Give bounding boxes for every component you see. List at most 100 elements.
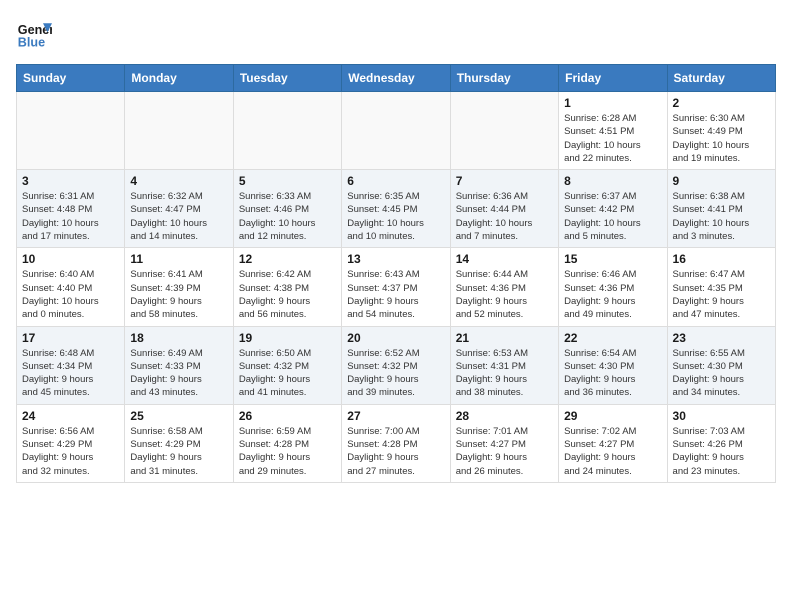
day-number: 10 (22, 252, 119, 266)
day-number: 26 (239, 409, 336, 423)
calendar-cell (342, 92, 450, 170)
day-header-wednesday: Wednesday (342, 65, 450, 92)
day-number: 30 (673, 409, 770, 423)
calendar-cell: 5 Sunrise: 6:33 AMSunset: 4:46 PMDaylight… (233, 170, 341, 248)
calendar-header-row: SundayMondayTuesdayWednesdayThursdayFrid… (17, 65, 776, 92)
day-info: Sunrise: 6:41 AMSunset: 4:39 PMDaylight:… (130, 268, 227, 321)
day-info: Sunrise: 7:01 AMSunset: 4:27 PMDaylight:… (456, 425, 553, 478)
day-number: 21 (456, 331, 553, 345)
day-header-thursday: Thursday (450, 65, 558, 92)
calendar-cell (233, 92, 341, 170)
day-info: Sunrise: 7:03 AMSunset: 4:26 PMDaylight:… (673, 425, 770, 478)
calendar-cell: 28Sunrise: 7:01 AMSunset: 4:27 PMDayligh… (450, 404, 558, 482)
day-info: Sunrise: 6:30 AMSunset: 4:49 PMDaylight:… (673, 112, 770, 165)
calendar-cell: 30 Sunrise: 7:03 AMSunset: 4:26 PMDayligh… (667, 404, 775, 482)
calendar-cell: 2 Sunrise: 6:30 AMSunset: 4:49 PMDaylight… (667, 92, 775, 170)
day-number: 20 (347, 331, 444, 345)
calendar-cell: 13 Sunrise: 6:43 AMSunset: 4:37 PMDayligh… (342, 248, 450, 326)
day-header-friday: Friday (559, 65, 667, 92)
day-number: 3 (22, 174, 119, 188)
day-number: 19 (239, 331, 336, 345)
day-number: 15 (564, 252, 661, 266)
day-info: Sunrise: 6:58 AMSunset: 4:29 PMDaylight:… (130, 425, 227, 478)
day-info: Sunrise: 6:50 AMSunset: 4:32 PMDaylight:… (239, 347, 336, 400)
day-info: Sunrise: 6:31 AMSunset: 4:48 PMDaylight:… (22, 190, 119, 243)
calendar-cell: 8 Sunrise: 6:37 AMSunset: 4:42 PMDaylight… (559, 170, 667, 248)
calendar-cell: 6 Sunrise: 6:35 AMSunset: 4:45 PMDaylight… (342, 170, 450, 248)
calendar-cell (17, 92, 125, 170)
logo: General Blue (16, 16, 52, 52)
calendar-cell: 22 Sunrise: 6:54 AMSunset: 4:30 PMDayligh… (559, 326, 667, 404)
day-number: 14 (456, 252, 553, 266)
calendar-cell: 9 Sunrise: 6:38 AMSunset: 4:41 PMDaylight… (667, 170, 775, 248)
day-info: Sunrise: 6:36 AMSunset: 4:44 PMDaylight:… (456, 190, 553, 243)
day-info: Sunrise: 6:49 AMSunset: 4:33 PMDaylight:… (130, 347, 227, 400)
calendar-cell: 12 Sunrise: 6:42 AMSunset: 4:38 PMDayligh… (233, 248, 341, 326)
calendar-cell: 18 Sunrise: 6:49 AMSunset: 4:33 PMDayligh… (125, 326, 233, 404)
calendar-cell: 10 Sunrise: 6:40 AMSunset: 4:40 PMDayligh… (17, 248, 125, 326)
day-info: Sunrise: 6:37 AMSunset: 4:42 PMDaylight:… (564, 190, 661, 243)
calendar-cell: 17Sunrise: 6:48 AMSunset: 4:34 PMDayligh… (17, 326, 125, 404)
day-number: 23 (673, 331, 770, 345)
calendar-cell: 1 Sunrise: 6:28 AMSunset: 4:51 PMDaylight… (559, 92, 667, 170)
calendar-week-3: 17Sunrise: 6:48 AMSunset: 4:34 PMDayligh… (17, 326, 776, 404)
day-number: 17 (22, 331, 119, 345)
calendar-cell: 14 Sunrise: 6:44 AMSunset: 4:36 PMDayligh… (450, 248, 558, 326)
day-number: 9 (673, 174, 770, 188)
day-number: 22 (564, 331, 661, 345)
day-number: 27 (347, 409, 444, 423)
day-number: 8 (564, 174, 661, 188)
calendar-cell: 21Sunrise: 6:53 AMSunset: 4:31 PMDayligh… (450, 326, 558, 404)
calendar-cell: 23 Sunrise: 6:55 AMSunset: 4:30 PMDayligh… (667, 326, 775, 404)
day-info: Sunrise: 6:54 AMSunset: 4:30 PMDaylight:… (564, 347, 661, 400)
day-info: Sunrise: 6:32 AMSunset: 4:47 PMDaylight:… (130, 190, 227, 243)
calendar-cell: 15 Sunrise: 6:46 AMSunset: 4:36 PMDayligh… (559, 248, 667, 326)
day-number: 12 (239, 252, 336, 266)
day-header-tuesday: Tuesday (233, 65, 341, 92)
calendar-cell: 27 Sunrise: 7:00 AMSunset: 4:28 PMDayligh… (342, 404, 450, 482)
day-info: Sunrise: 6:35 AMSunset: 4:45 PMDaylight:… (347, 190, 444, 243)
day-number: 1 (564, 96, 661, 110)
day-info: Sunrise: 6:28 AMSunset: 4:51 PMDaylight:… (564, 112, 661, 165)
day-info: Sunrise: 6:55 AMSunset: 4:30 PMDaylight:… (673, 347, 770, 400)
calendar-cell: 16Sunrise: 6:47 AMSunset: 4:35 PMDayligh… (667, 248, 775, 326)
calendar-cell: 26 Sunrise: 6:59 AMSunset: 4:28 PMDayligh… (233, 404, 341, 482)
day-info: Sunrise: 7:02 AMSunset: 4:27 PMDaylight:… (564, 425, 661, 478)
calendar-cell: 3 Sunrise: 6:31 AMSunset: 4:48 PMDaylight… (17, 170, 125, 248)
day-header-saturday: Saturday (667, 65, 775, 92)
calendar-week-2: 10 Sunrise: 6:40 AMSunset: 4:40 PMDayligh… (17, 248, 776, 326)
day-number: 5 (239, 174, 336, 188)
calendar-table: SundayMondayTuesdayWednesdayThursdayFrid… (16, 64, 776, 483)
page-header: General Blue (16, 16, 776, 52)
calendar-cell: 7 Sunrise: 6:36 AMSunset: 4:44 PMDaylight… (450, 170, 558, 248)
calendar-cell: 25Sunrise: 6:58 AMSunset: 4:29 PMDayligh… (125, 404, 233, 482)
day-number: 24 (22, 409, 119, 423)
day-number: 11 (130, 252, 227, 266)
day-info: Sunrise: 6:33 AMSunset: 4:46 PMDaylight:… (239, 190, 336, 243)
day-number: 2 (673, 96, 770, 110)
day-number: 7 (456, 174, 553, 188)
day-info: Sunrise: 6:44 AMSunset: 4:36 PMDaylight:… (456, 268, 553, 321)
svg-text:Blue: Blue (18, 36, 45, 50)
day-number: 6 (347, 174, 444, 188)
day-info: Sunrise: 6:59 AMSunset: 4:28 PMDaylight:… (239, 425, 336, 478)
calendar-cell: 29 Sunrise: 7:02 AMSunset: 4:27 PMDayligh… (559, 404, 667, 482)
day-info: Sunrise: 6:42 AMSunset: 4:38 PMDaylight:… (239, 268, 336, 321)
day-info: Sunrise: 6:56 AMSunset: 4:29 PMDaylight:… (22, 425, 119, 478)
calendar-cell (450, 92, 558, 170)
day-number: 29 (564, 409, 661, 423)
day-info: Sunrise: 7:00 AMSunset: 4:28 PMDaylight:… (347, 425, 444, 478)
logo-icon: General Blue (16, 16, 52, 52)
calendar-week-0: 1 Sunrise: 6:28 AMSunset: 4:51 PMDaylight… (17, 92, 776, 170)
day-header-monday: Monday (125, 65, 233, 92)
calendar-cell: 19 Sunrise: 6:50 AMSunset: 4:32 PMDayligh… (233, 326, 341, 404)
day-number: 18 (130, 331, 227, 345)
day-number: 13 (347, 252, 444, 266)
calendar-week-1: 3 Sunrise: 6:31 AMSunset: 4:48 PMDaylight… (17, 170, 776, 248)
calendar-cell: 20Sunrise: 6:52 AMSunset: 4:32 PMDayligh… (342, 326, 450, 404)
day-info: Sunrise: 6:40 AMSunset: 4:40 PMDaylight:… (22, 268, 119, 321)
day-info: Sunrise: 6:46 AMSunset: 4:36 PMDaylight:… (564, 268, 661, 321)
day-info: Sunrise: 6:43 AMSunset: 4:37 PMDaylight:… (347, 268, 444, 321)
day-info: Sunrise: 6:38 AMSunset: 4:41 PMDaylight:… (673, 190, 770, 243)
day-number: 4 (130, 174, 227, 188)
